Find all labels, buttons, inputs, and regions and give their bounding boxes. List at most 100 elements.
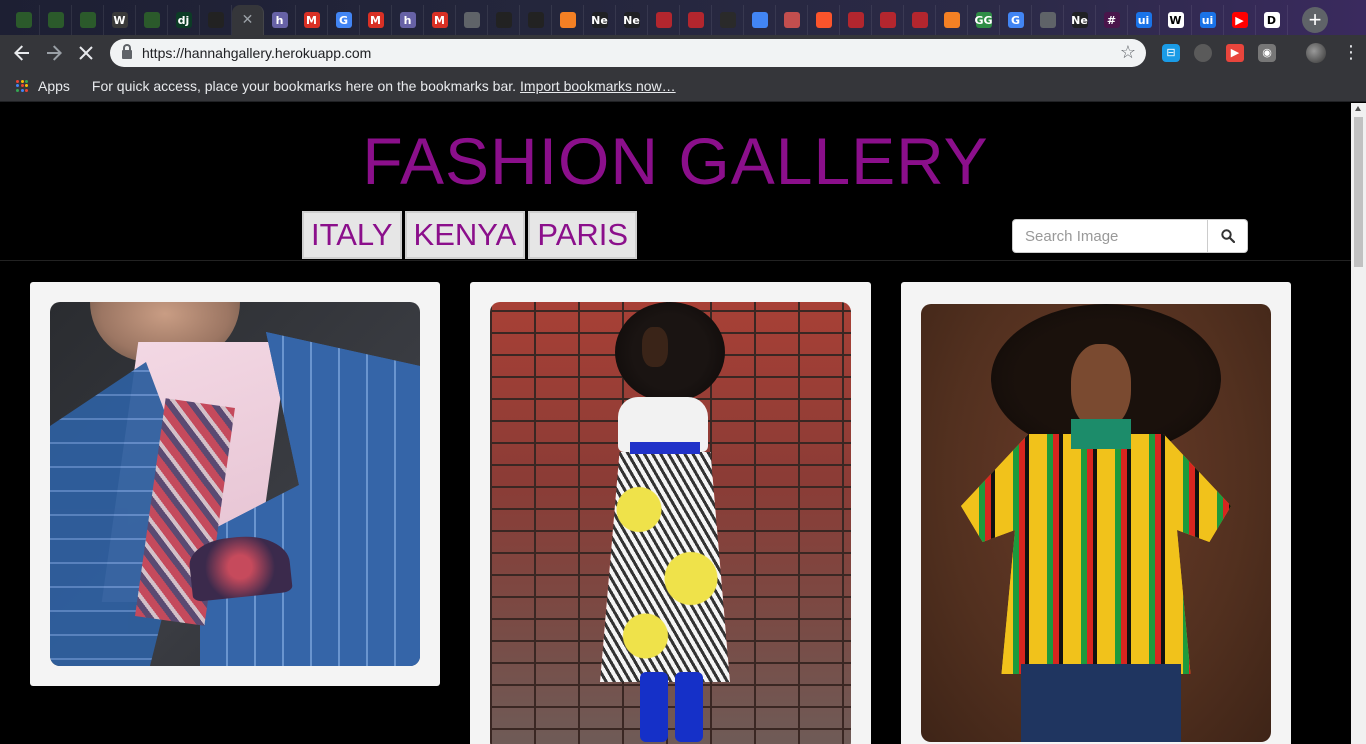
browser-tab[interactable] (744, 5, 776, 35)
browser-tab[interactable]: M (360, 5, 392, 35)
browser-tab[interactable]: G (1000, 5, 1032, 35)
browser-tab[interactable]: M (296, 5, 328, 35)
browser-toolbar: https://hannahgallery.herokuapp.com ☆ ⊟ … (0, 35, 1366, 70)
github-icon (495, 12, 512, 28)
browser-tab[interactable] (648, 5, 680, 35)
lock-icon (122, 44, 132, 59)
browser-tab[interactable] (776, 5, 808, 35)
red-logo-icon (655, 12, 672, 28)
browser-tab[interactable]: Ne (584, 5, 616, 35)
tree-icon (47, 12, 64, 28)
extension-icon[interactable]: ⊟ (1162, 43, 1180, 62)
apps-icon[interactable] (16, 79, 28, 92)
apps-label[interactable]: Apps (38, 78, 70, 94)
web-page: FASHION GALLERY ITALY KENYA PARIS (0, 103, 1351, 744)
document-icon (1039, 12, 1056, 28)
browser-tab[interactable] (840, 5, 872, 35)
gallery-card (901, 282, 1291, 744)
profile-avatar[interactable] (1306, 42, 1326, 63)
browser-tab[interactable]: ui (1128, 5, 1160, 35)
forward-button[interactable] (38, 37, 70, 69)
github-icon (527, 12, 544, 28)
browser-tab[interactable]: h (392, 5, 424, 35)
browser-tab[interactable]: G (328, 5, 360, 35)
gallery-card (30, 282, 440, 686)
browser-tab[interactable] (808, 5, 840, 35)
bookmarks-hint: For quick access, place your bookmarks h… (91, 77, 517, 94)
browser-tab[interactable] (200, 5, 232, 35)
browser-tab[interactable] (904, 5, 936, 35)
nav-link-italy[interactable]: ITALY (302, 211, 402, 259)
bookmark-star-icon[interactable]: ☆ (1120, 42, 1136, 63)
github-icon (207, 12, 224, 28)
search-input[interactable] (1012, 219, 1208, 253)
extension-icon[interactable]: ◉ (1258, 43, 1276, 62)
gallery-image-suit[interactable] (50, 302, 420, 666)
browser-tab[interactable] (552, 5, 584, 35)
nav-link-kenya[interactable]: KENYA (404, 211, 526, 259)
import-bookmarks-link[interactable]: Import bookmarks now… (520, 78, 676, 94)
extension-icon[interactable]: ▶ (1226, 43, 1244, 62)
ne-icon: Ne (623, 12, 640, 28)
ui-icon: ui (1135, 12, 1152, 28)
browser-tab[interactable]: h (264, 5, 296, 35)
browser-tab[interactable]: ui (1192, 5, 1224, 35)
browser-tab[interactable] (136, 5, 168, 35)
nav-link-paris[interactable]: PARIS (528, 211, 638, 259)
browser-tab[interactable]: Ne (1064, 5, 1096, 35)
ne-icon: Ne (591, 12, 608, 28)
site-header: FASHION GALLERY ITALY KENYA PARIS (0, 103, 1351, 261)
browser-tab[interactable]: ✕ (232, 5, 264, 35)
browser-tab[interactable]: GG (968, 5, 1000, 35)
browser-tab[interactable]: # (1096, 5, 1128, 35)
browser-tab[interactable]: Ne (616, 5, 648, 35)
gfg-icon: GG (974, 12, 993, 28)
search-icon (1220, 229, 1235, 243)
address-bar[interactable]: https://hannahgallery.herokuapp.com ☆ (110, 38, 1146, 67)
forward-arrow-icon (47, 44, 62, 61)
page-title: FASHION GALLERY (362, 124, 989, 198)
browser-tab[interactable]: dj (168, 5, 200, 35)
browser-tab[interactable] (872, 5, 904, 35)
page-scrollbar[interactable] (1351, 103, 1366, 744)
browser-tab[interactable] (680, 5, 712, 35)
browser-tab[interactable]: D (1256, 5, 1288, 35)
back-button[interactable] (6, 37, 38, 69)
stop-loading-button[interactable] (70, 37, 102, 69)
scroll-thumb[interactable] (1354, 117, 1363, 267)
red-logo-icon (847, 12, 864, 28)
heroku-icon: h (271, 12, 288, 28)
chrome-icon (751, 12, 768, 28)
gallery-image-print-skirt[interactable] (490, 302, 851, 744)
stackoverflow-icon (943, 12, 960, 28)
browser-tab[interactable]: W (104, 5, 136, 35)
browser-tab[interactable] (1032, 5, 1064, 35)
browser-tab[interactable]: W (1160, 5, 1192, 35)
ui-icon: ui (1199, 12, 1216, 28)
browser-tab[interactable]: ▶ (1224, 5, 1256, 35)
browser-tab[interactable] (72, 5, 104, 35)
w-icon: W (111, 12, 128, 28)
browser-tab[interactable] (8, 5, 40, 35)
red-logo-icon (911, 12, 928, 28)
scroll-up-arrow-icon[interactable] (1355, 106, 1361, 111)
search-button[interactable] (1208, 219, 1248, 253)
browser-tab[interactable] (936, 5, 968, 35)
tab-strip: Wdj ✕ h M G Mh M Ne Ne GG G Ne # ui Wui ▶ D + (0, 0, 1366, 35)
gallery-image-kente-top[interactable] (921, 304, 1271, 742)
extension-icon[interactable] (1194, 43, 1212, 62)
stackoverflow-icon (559, 12, 576, 28)
gmail-icon: M (303, 12, 320, 28)
browser-tab[interactable] (456, 5, 488, 35)
menu-icon[interactable]: ⋮ (1342, 42, 1360, 63)
gallery-card (470, 282, 871, 744)
browser-tab[interactable] (40, 5, 72, 35)
browser-tab[interactable] (520, 5, 552, 35)
django-icon: dj (175, 12, 192, 28)
country-nav: ITALY KENYA PARIS (302, 211, 638, 259)
new-tab-button[interactable]: + (1302, 6, 1328, 33)
browser-tab[interactable]: M (424, 5, 456, 35)
browser-tab[interactable] (488, 5, 520, 35)
browser-tab[interactable] (712, 5, 744, 35)
close-icon: ✕ (241, 12, 254, 28)
